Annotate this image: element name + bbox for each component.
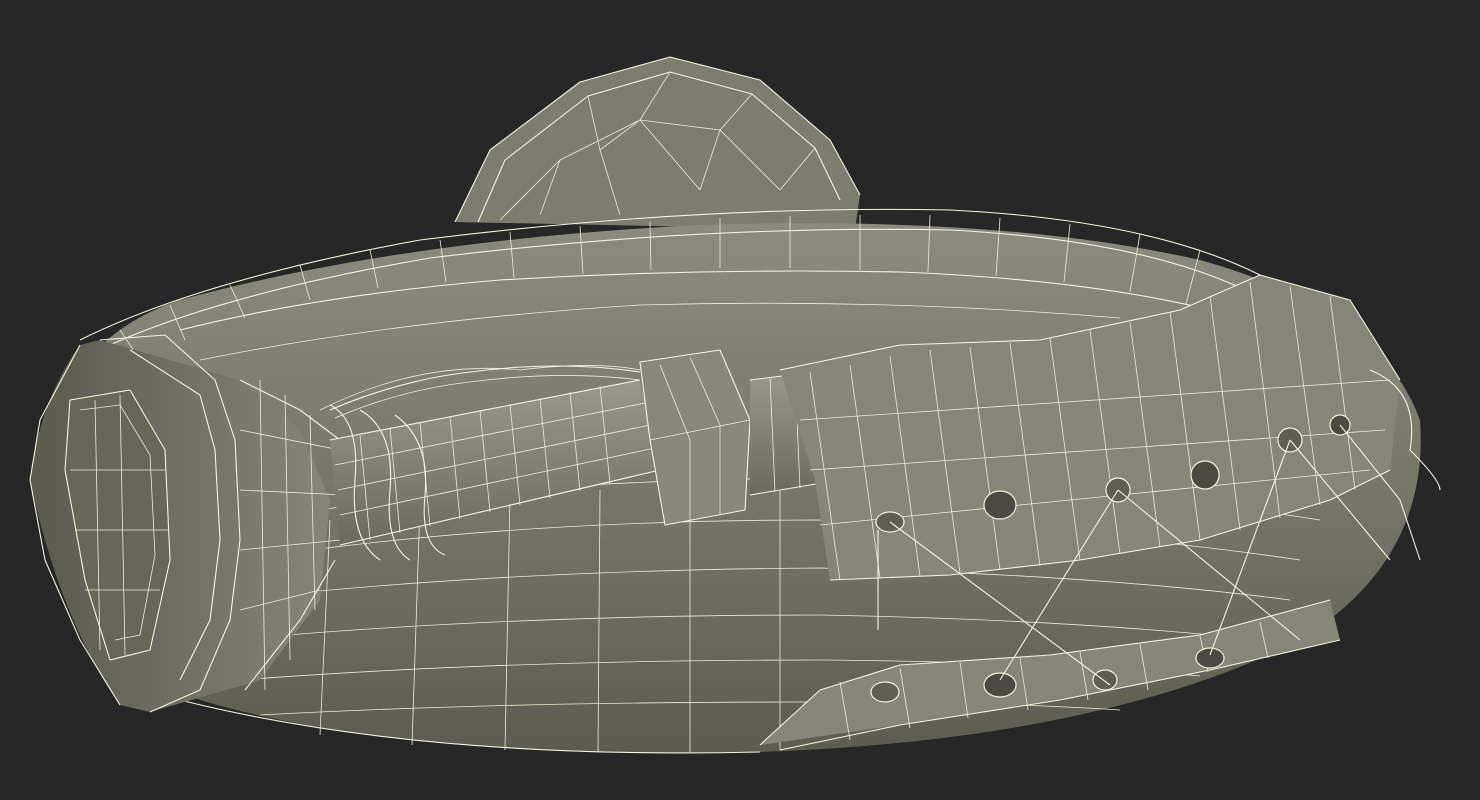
top-disc bbox=[454, 56, 861, 230]
horn-wireframe-render bbox=[29, 56, 1441, 754]
